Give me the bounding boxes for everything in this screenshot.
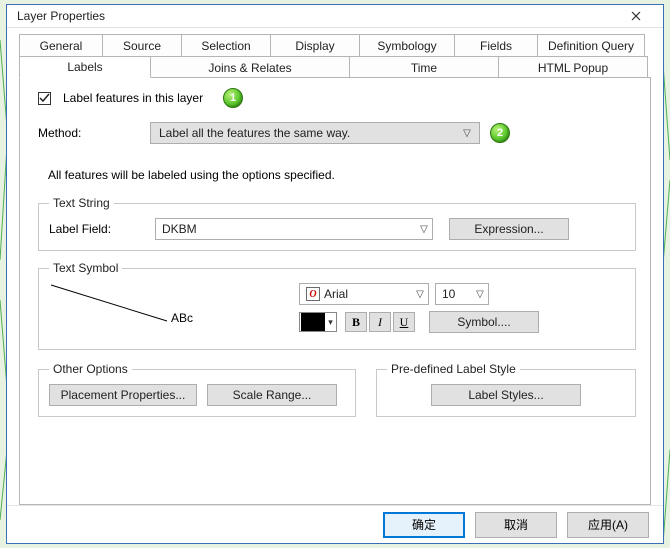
method-label: Method: — [38, 126, 150, 140]
checkmark-icon — [39, 93, 50, 104]
label-features-checkbox[interactable] — [38, 92, 51, 105]
tab-time[interactable]: Time — [349, 56, 499, 78]
labels-tab-panel: Label features in this layer 1 Method: L… — [19, 77, 651, 505]
text-string-group: Text String Label Field: DKBM ▽ Expressi… — [38, 196, 636, 251]
tab-fields[interactable]: Fields — [454, 34, 538, 56]
font-color-picker[interactable]: ▾ — [299, 312, 337, 332]
caret-down-icon: ▾ — [325, 317, 336, 328]
label-field-dropdown[interactable]: DKBM ▽ — [155, 218, 433, 240]
other-options-group: Other Options Placement Properties... Sc… — [38, 362, 356, 417]
tab-symbology[interactable]: Symbology — [359, 34, 455, 56]
method-description: All features will be labeled using the o… — [48, 168, 636, 182]
chevron-down-icon: ▽ — [412, 289, 428, 300]
bold-button[interactable]: B — [345, 312, 367, 332]
dialog-footer: 确定 取消 应用(A) — [7, 505, 663, 543]
label-field-value: DKBM — [162, 222, 197, 236]
symbol-preview-text: ABc — [171, 311, 193, 325]
layer-properties-dialog: Layer Properties GeneralSourceSelectionD… — [6, 4, 664, 544]
underline-button[interactable]: U — [393, 312, 415, 332]
tab-row-lower: LabelsJoins & RelatesTimeHTML Popup — [19, 56, 651, 78]
placement-properties-button[interactable]: Placement Properties... — [49, 384, 197, 406]
label-field-label: Label Field: — [49, 222, 155, 236]
expression-button[interactable]: Expression... — [449, 218, 569, 240]
close-button[interactable] — [615, 5, 657, 27]
other-options-legend: Other Options — [49, 362, 132, 376]
font-type-icon: O — [306, 287, 320, 301]
font-name-dropdown[interactable]: OArial ▽ — [299, 283, 429, 305]
tab-display[interactable]: Display — [270, 34, 360, 56]
text-symbol-legend: Text Symbol — [49, 261, 122, 275]
scale-range-button[interactable]: Scale Range... — [207, 384, 337, 406]
predefined-legend: Pre-defined Label Style — [387, 362, 520, 376]
method-dropdown-value: Label all the features the same way. — [159, 126, 350, 140]
ok-button[interactable]: 确定 — [383, 512, 465, 538]
text-string-legend: Text String — [49, 196, 114, 210]
label-styles-button[interactable]: Label Styles... — [431, 384, 581, 406]
tab-labels[interactable]: Labels — [19, 56, 151, 78]
callout-badge-1: 1 — [223, 88, 243, 108]
callout-badge-2: 2 — [490, 123, 510, 143]
titlebar: Layer Properties — [7, 5, 663, 28]
symbol-button[interactable]: Symbol.... — [429, 311, 539, 333]
tab-general[interactable]: General — [19, 34, 103, 56]
chevron-down-icon: ▽ — [459, 128, 475, 139]
italic-button[interactable]: I — [369, 312, 391, 332]
color-swatch-fill — [301, 313, 325, 331]
chevron-down-icon: ▽ — [472, 289, 488, 300]
symbol-preview: ABc — [49, 283, 279, 339]
method-dropdown[interactable]: Label all the features the same way. ▽ — [150, 122, 480, 144]
apply-button[interactable]: 应用(A) — [567, 512, 649, 538]
tab-source[interactable]: Source — [102, 34, 182, 56]
tab-definition-query[interactable]: Definition Query — [537, 34, 645, 56]
window-title: Layer Properties — [17, 9, 615, 23]
tab-joins-relates[interactable]: Joins & Relates — [150, 56, 350, 78]
text-symbol-group: Text Symbol ABc OArial ▽ — [38, 261, 636, 350]
close-icon — [631, 11, 641, 21]
font-size-dropdown[interactable]: 10 ▽ — [435, 283, 489, 305]
label-features-checkbox-label: Label features in this layer — [63, 91, 203, 105]
cancel-button[interactable]: 取消 — [475, 512, 557, 538]
predefined-label-style-group: Pre-defined Label Style Label Styles... — [376, 362, 636, 417]
tab-selection[interactable]: Selection — [181, 34, 271, 56]
tab-row-upper: GeneralSourceSelectionDisplaySymbologyFi… — [19, 34, 651, 56]
chevron-down-icon: ▽ — [416, 224, 432, 235]
tab-html-popup[interactable]: HTML Popup — [498, 56, 648, 78]
